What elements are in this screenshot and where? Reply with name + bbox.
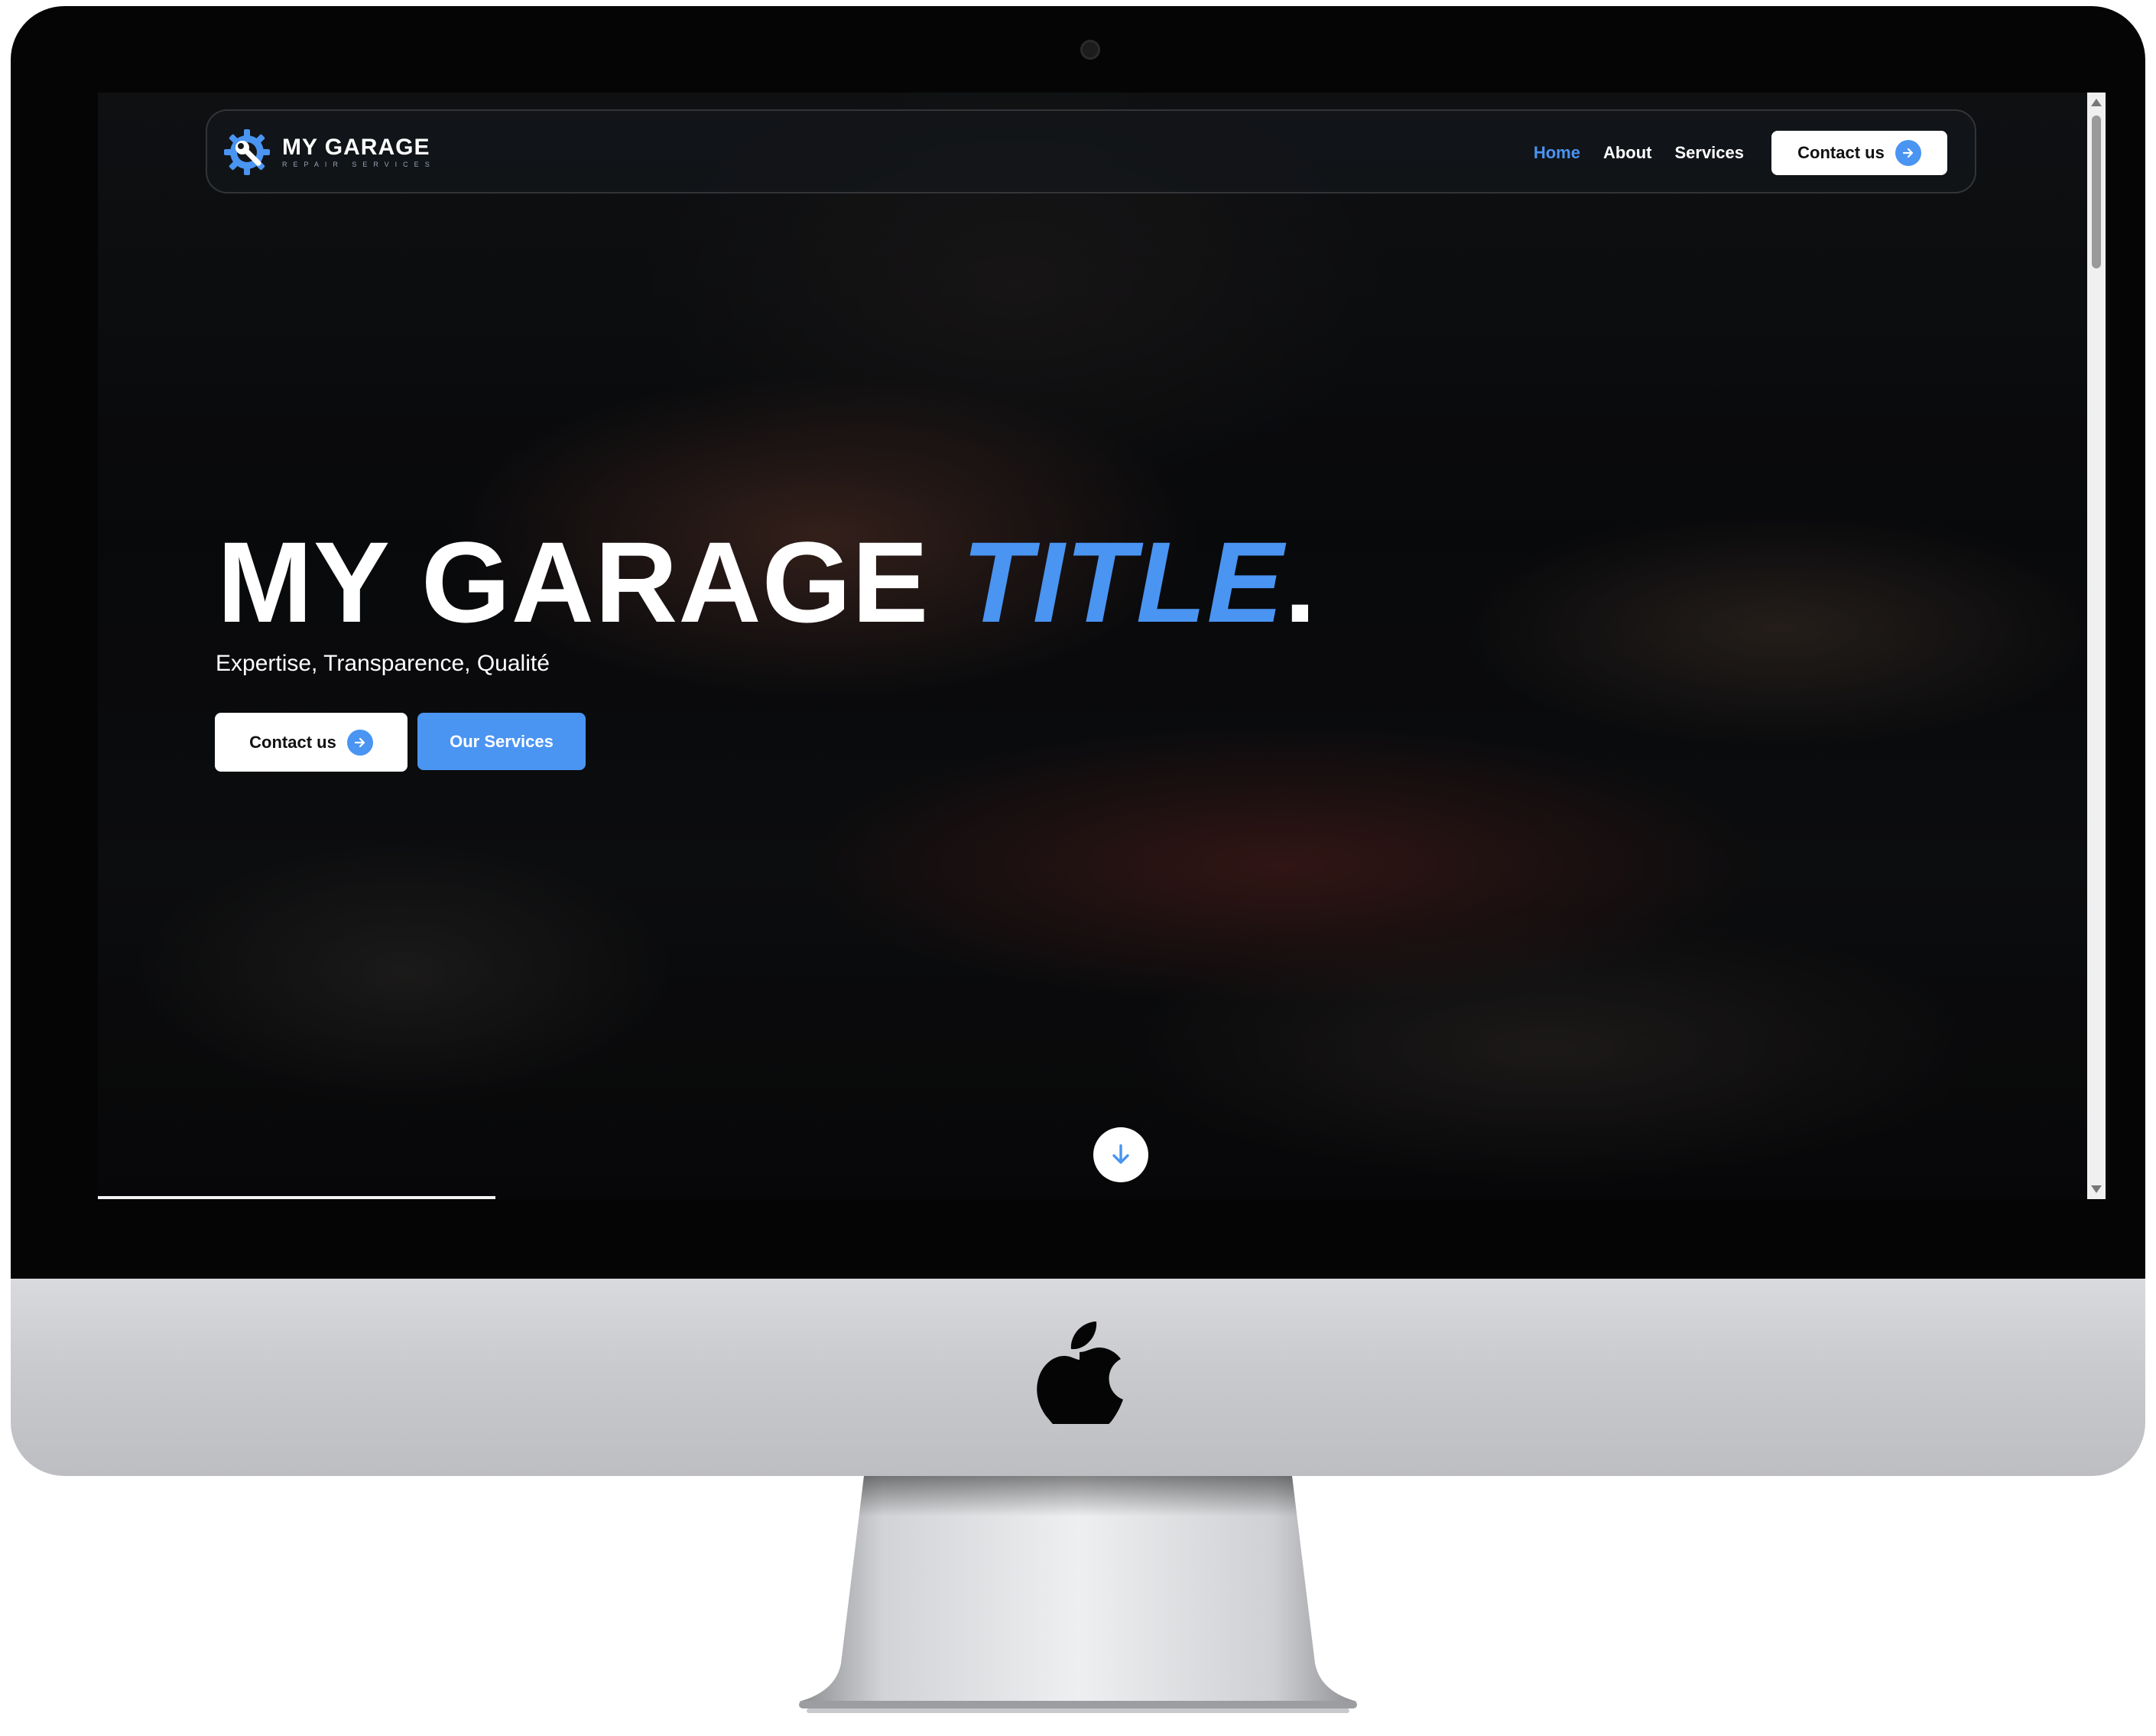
hero-buttons: Contact us Our Services [215,713,586,772]
hero-title-accent: TITLE [962,518,1284,646]
arrow-right-icon [1895,140,1921,166]
gear-wrench-icon [224,129,270,175]
nav-contact-label: Contact us [1797,143,1885,162]
nav-link-home[interactable]: Home [1534,143,1580,163]
brand-subtitle: REPAIR SERVICES [282,161,436,168]
hero-services-button[interactable]: Our Services [417,713,586,770]
scroll-down-arrow-icon[interactable] [2091,1185,2102,1193]
brand-logo[interactable]: MY GARAGE REPAIR SERVICES [219,125,436,180]
hero-title-main: MY GARAGE [217,518,963,646]
scroll-up-arrow-icon[interactable] [2091,99,2102,106]
page-scrollbar[interactable] [2087,93,2106,1199]
hero-contact-label: Contact us [249,732,336,752]
arrow-right-icon [346,729,373,756]
scrollbar-thumb[interactable] [2092,115,2101,268]
scroll-progress-bar [98,1196,495,1199]
browser-viewport: MY GARAGE REPAIR SERVICES Home About Ser… [98,93,2106,1199]
hero-subtitle: Expertise, Transparence, Qualité [216,651,550,676]
hero-contact-button[interactable]: Contact us [215,713,407,772]
monitor-stand [799,1476,1357,1713]
hero-title: MY GARAGE TITLE. [217,513,1317,651]
apple-logo-icon [1037,1322,1123,1424]
camera-icon [1080,40,1100,60]
nav-link-services[interactable]: Services [1674,143,1744,163]
nav-link-about[interactable]: About [1603,143,1652,163]
nav-contact-button[interactable]: Contact us [1771,131,1947,175]
navbar: MY GARAGE REPAIR SERVICES Home About Ser… [206,109,1976,193]
scroll-down-button[interactable] [1093,1127,1148,1182]
nav-links: Home About Services Contact us [1534,131,1947,175]
arrow-down-icon [1112,1144,1129,1164]
hero-title-end: . [1284,518,1317,646]
brand-name: MY GARAGE [282,135,430,160]
